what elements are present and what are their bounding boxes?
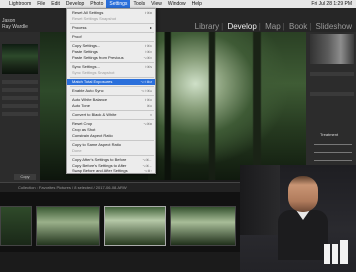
menu-item-proof[interactable]: Proof bbox=[67, 34, 155, 40]
main-photo[interactable] bbox=[148, 32, 306, 180]
module-slideshow[interactable]: Slideshow bbox=[314, 22, 354, 31]
menu-item-paste-settings-from-previous[interactable]: Paste Settings from Previous ⌥⌘V bbox=[67, 55, 155, 61]
menu-separator bbox=[70, 110, 154, 111]
menu-separator bbox=[70, 41, 154, 42]
filmstrip-thumb[interactable] bbox=[36, 206, 100, 246]
menu-item-enable-auto-sync[interactable]: Enable Auto Sync ⌥⇧⌘A bbox=[67, 88, 155, 94]
menu-edit[interactable]: Edit bbox=[48, 0, 63, 8]
menubar: Lightroom File Edit Develop Photo Settin… bbox=[0, 0, 356, 8]
bottom-bar bbox=[0, 252, 240, 272]
module-picker: Library | Develop | Map | Book | Slideshow bbox=[193, 22, 354, 31]
filmstrip-thumb[interactable] bbox=[170, 206, 236, 246]
menu-item-process[interactable]: Process ▸ bbox=[67, 25, 155, 31]
menu-item-done: Done bbox=[72, 148, 82, 153]
menu-lightroom[interactable]: Lightroom bbox=[6, 0, 34, 8]
left-panel bbox=[0, 32, 40, 182]
menu-separator bbox=[70, 62, 154, 63]
menu-settings[interactable]: Settings bbox=[106, 0, 131, 8]
filmstrip-thumb[interactable] bbox=[104, 206, 166, 246]
presenter bbox=[278, 170, 328, 260]
menu-item-convert-to-black-white[interactable]: Convert to Black & White V bbox=[67, 112, 155, 118]
filmstrip-thumb[interactable] bbox=[0, 206, 32, 246]
histogram bbox=[310, 34, 354, 64]
module-bar: Jason Ray Wardle Library | Develop | Map | … bbox=[0, 8, 356, 32]
menu-file[interactable]: File bbox=[34, 0, 48, 8]
panel-row[interactable] bbox=[2, 80, 38, 84]
menu-help[interactable]: Help bbox=[189, 0, 205, 8]
identity-line2: Ray Wardle bbox=[2, 24, 28, 30]
treatment-label: Treatment bbox=[320, 132, 339, 137]
slider[interactable] bbox=[314, 160, 352, 161]
module-book[interactable]: Book bbox=[287, 22, 309, 31]
panel-row[interactable] bbox=[2, 112, 38, 116]
background-shelf bbox=[240, 165, 280, 235]
submenu-arrow-icon: ▸ bbox=[149, 25, 152, 30]
identity-plate: Jason Ray Wardle bbox=[2, 18, 28, 30]
tool-strip[interactable] bbox=[310, 72, 354, 76]
navigator-preview bbox=[2, 44, 38, 74]
menu-separator bbox=[70, 95, 154, 96]
panel-row[interactable] bbox=[310, 92, 354, 96]
menubar-clock: Fri Jul 28 1:29 PM bbox=[311, 1, 352, 7]
slider[interactable] bbox=[314, 152, 352, 153]
menu-item-sync-settings-snapshot: Sync Settings Snapshot bbox=[72, 70, 115, 75]
menu-separator bbox=[70, 140, 154, 141]
slider[interactable] bbox=[314, 144, 352, 145]
module-library[interactable]: Library bbox=[193, 22, 221, 31]
menu-separator bbox=[70, 77, 154, 78]
menu-item-swap-before-and-after-settings[interactable]: Swap Before and After Settings ⌥⌘↑ bbox=[67, 168, 155, 174]
menu-item-reset-settings-snapshot: Reset Settings Snapshot bbox=[72, 16, 117, 21]
settings-menu: Reset All Settings ⇧⌘R Reset Settings Sna… bbox=[66, 8, 156, 174]
panel-row[interactable] bbox=[2, 88, 38, 92]
menu-photo[interactable]: Photo bbox=[87, 0, 106, 8]
menu-separator bbox=[70, 23, 154, 24]
channel-logo-icon bbox=[322, 240, 352, 268]
menu-item-constrain-aspect-ratio[interactable]: Constrain Aspect Ratio bbox=[67, 133, 155, 139]
module-develop[interactable]: Develop bbox=[225, 22, 258, 31]
panel-row[interactable] bbox=[2, 104, 38, 108]
menu-tools[interactable]: Tools bbox=[130, 0, 148, 8]
module-map[interactable]: Map bbox=[263, 22, 283, 31]
menu-develop[interactable]: Develop bbox=[63, 0, 87, 8]
menu-window[interactable]: Window bbox=[165, 0, 189, 8]
panel-row[interactable] bbox=[2, 96, 38, 100]
copy-button[interactable]: Copy bbox=[14, 174, 36, 180]
menu-separator bbox=[70, 155, 154, 156]
menu-separator bbox=[70, 86, 154, 87]
presenter-head bbox=[288, 176, 318, 212]
menu-item-match-total-exposures[interactable]: Match Total Exposures ⌥⇧⌘M bbox=[67, 79, 155, 85]
filmstrip-info: Collection : Favorites Pictures / 8 sele… bbox=[18, 185, 127, 190]
menu-separator bbox=[70, 119, 154, 120]
menu-item-auto-tone[interactable]: Auto Tone ⌘U bbox=[67, 103, 155, 109]
menu-view[interactable]: View bbox=[148, 0, 165, 8]
right-panel: Treatment bbox=[306, 32, 356, 182]
menu-separator bbox=[70, 32, 154, 33]
